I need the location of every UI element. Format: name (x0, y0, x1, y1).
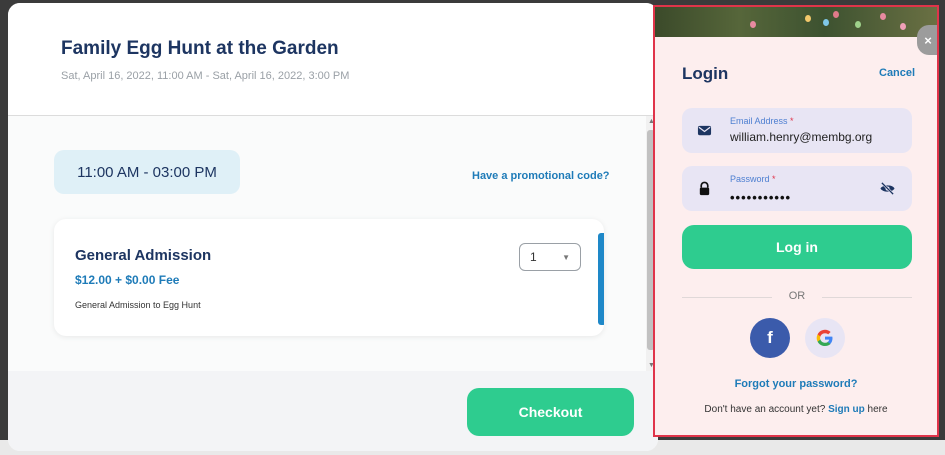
google-login-button[interactable] (805, 318, 845, 358)
ticket-name: General Admission (75, 247, 212, 264)
facebook-icon: f (767, 328, 773, 347)
time-slot-chip[interactable]: 11:00 AM - 03:00 PM (54, 150, 240, 194)
close-button[interactable]: × (917, 25, 937, 55)
chevron-down-icon: ▼ (562, 253, 570, 262)
no-account-text: Don't have an account yet? (704, 404, 826, 415)
ticket-description: General Admission to Egg Hunt (75, 300, 201, 310)
email-value: william.henry@membg.org (730, 130, 873, 144)
password-field[interactable]: Password * ••••••••••• (682, 166, 912, 211)
ticket-accent-bar (598, 233, 604, 325)
signup-suffix: here (867, 404, 888, 415)
facebook-login-button[interactable]: f (750, 318, 790, 358)
ticket-price: $12.00 + $0.00 Fee (75, 273, 180, 287)
modal-header: Family Egg Hunt at the Garden Sat, April… (8, 3, 658, 116)
cancel-link[interactable]: Cancel (879, 67, 915, 79)
forgot-password-link[interactable]: Forgot your password? (655, 378, 937, 390)
password-label: Password * (730, 174, 776, 184)
ticket-card: General Admission $12.00 + $0.00 Fee Gen… (54, 219, 604, 336)
event-ticket-modal: Family Egg Hunt at the Garden Sat, April… (8, 3, 658, 451)
quantity-value: 1 (530, 250, 537, 264)
signup-link[interactable]: Sign up (828, 404, 865, 415)
event-title: Family Egg Hunt at the Garden (61, 38, 339, 59)
email-label: Email Address * (730, 116, 794, 126)
event-date-range: Sat, April 16, 2022, 11:00 AM - Sat, Apr… (61, 70, 350, 82)
login-button[interactable]: Log in (682, 225, 912, 269)
promo-code-link[interactable]: Have a promotional code? (472, 170, 610, 182)
divider-line-right (822, 297, 912, 298)
login-title: Login (682, 64, 729, 83)
eye-slash-icon[interactable] (879, 181, 896, 196)
envelope-icon (697, 125, 712, 136)
hero-image-egg-hunt (655, 7, 937, 37)
signup-prompt: Don't have an account yet? Sign up here (655, 404, 937, 415)
modal-body: 11:00 AM - 03:00 PM Have a promotional c… (8, 116, 648, 371)
email-field[interactable]: Email Address * william.henry@membg.org (682, 108, 912, 153)
quantity-select[interactable]: 1 ▼ (519, 243, 581, 271)
checkout-button[interactable]: Checkout (467, 388, 634, 436)
password-value: ••••••••••• (730, 190, 792, 205)
login-panel: × Login Cancel Email Address * william.h… (653, 5, 939, 437)
lock-icon (699, 181, 710, 196)
google-icon (816, 329, 833, 346)
or-divider: OR (682, 290, 912, 304)
modal-footer: Checkout (8, 371, 658, 451)
or-text: OR (788, 290, 806, 302)
